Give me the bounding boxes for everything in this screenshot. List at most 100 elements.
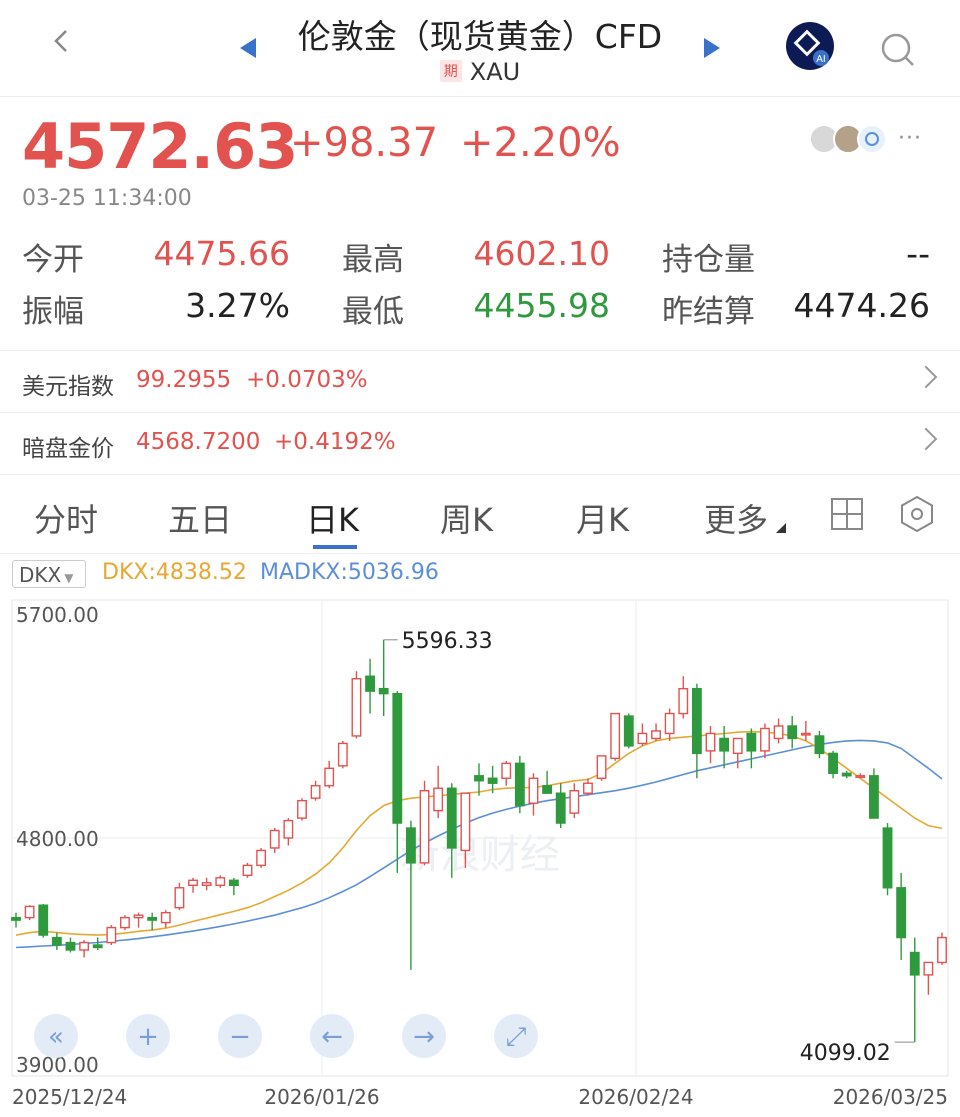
search-icon[interactable] (880, 32, 916, 68)
candle-body (242, 864, 253, 877)
candle-body (896, 887, 907, 939)
candle-body (201, 882, 212, 886)
candle-body (120, 916, 130, 929)
candle-body (310, 785, 321, 799)
candle-body (583, 782, 593, 794)
stat-label-open-interest: 持仓量 (662, 242, 755, 278)
related-label: 暗盘金价 (22, 436, 114, 462)
tab-monthly-k[interactable]: 月K (576, 495, 629, 541)
stat-value-low: 4455.98 (473, 286, 610, 325)
active-tab-underline (313, 545, 357, 549)
control-button-glyph: → (413, 1022, 435, 1052)
x-tick-label: 2026/02/24 (578, 1085, 693, 1109)
candle-body (514, 762, 525, 807)
candle-body (596, 755, 607, 779)
candle-body (705, 732, 716, 752)
chart-period-tabs: 分时 五日 日K 周K 月K 更多 (0, 474, 960, 554)
social-avatars-icon[interactable] (808, 122, 888, 156)
tab-weekly-k[interactable]: 周K (440, 495, 493, 541)
candle-body (800, 732, 811, 736)
zoom-in-button[interactable]: + (126, 1014, 170, 1058)
candle-body (392, 692, 403, 824)
tab-more[interactable]: 更多 (704, 495, 768, 541)
dkx-value: DKX:4838.52 (102, 560, 247, 585)
futures-badge: 期 (439, 60, 462, 82)
candle-body (215, 877, 226, 886)
candle-body (732, 737, 743, 755)
candle-body (855, 775, 866, 778)
chevron-down-icon: ▼ (64, 571, 74, 585)
candle-body (882, 827, 893, 889)
candle-body (324, 767, 335, 787)
x-tick-label: 2025/12/24 (12, 1085, 127, 1109)
candle-body (569, 790, 580, 814)
candle-body (746, 732, 757, 752)
candle-body (651, 730, 661, 740)
candle-body (664, 712, 675, 735)
related-row-usd-index[interactable]: 美元指数 99.2955 +0.0703% (0, 350, 960, 411)
candle-body (528, 777, 539, 804)
high-price-label: 5596.33 (402, 629, 493, 654)
stat-value-amplitude: 3.27% (185, 286, 290, 325)
candle-body (79, 941, 90, 951)
candle-body (283, 819, 294, 839)
candle-body (405, 827, 416, 864)
candlestick-chart[interactable]: 新浪财经5700.004800.003900.002025/12/24 2026/… (0, 592, 960, 1117)
control-button-glyph: ⤢ (506, 1022, 527, 1052)
x-tick-label: 2026/01/26 (264, 1085, 379, 1109)
chevron-right-icon (914, 365, 938, 389)
candle-body (24, 905, 35, 919)
settings-icon[interactable] (898, 495, 936, 533)
x-tick-label: 2026/03/25 (833, 1085, 948, 1109)
related-label: 美元指数 (22, 374, 114, 400)
tab-five-day[interactable]: 五日 (168, 495, 232, 541)
candle-body (256, 849, 267, 867)
candle-body (269, 829, 280, 849)
stat-label-prev-settle: 昨结算 (662, 294, 755, 330)
candle-body (446, 787, 457, 849)
fullscreen-button[interactable]: ⤢ (494, 1014, 538, 1058)
related-row-after-hours-gold[interactable]: 暗盘金价 4568.7200 +0.4192% (0, 412, 960, 473)
candle-body (828, 752, 838, 774)
candle-body (474, 775, 484, 782)
candle-body (719, 737, 730, 752)
candle-body (678, 687, 689, 715)
candle-body (365, 675, 375, 692)
candle-body (337, 742, 348, 767)
candle-body (787, 725, 798, 740)
candle-body (65, 941, 76, 951)
tab-intraday[interactable]: 分时 (34, 495, 98, 541)
tab-daily-k[interactable]: 日K (306, 495, 359, 541)
candle-body (147, 916, 158, 921)
pan-right-button[interactable]: → (402, 1014, 446, 1058)
candle-body (909, 951, 920, 976)
candle-body (174, 887, 185, 909)
madkx-value: MADKX:5036.96 (260, 560, 439, 585)
stat-value-prev-settle: 4474.26 (793, 286, 930, 325)
related-change: +0.4192% (274, 429, 396, 455)
candle-body (814, 735, 825, 755)
candle-body (188, 879, 198, 886)
y-tick-label: 4800.00 (16, 827, 99, 851)
candle-body (351, 678, 362, 737)
candle-body (637, 732, 648, 745)
candle-body (106, 926, 117, 944)
candle-body (923, 961, 934, 976)
candle-body (51, 936, 62, 946)
indicator-select[interactable]: DKX ▼ (12, 560, 86, 588)
low-price-label: 4099.02 (800, 1041, 891, 1066)
next-arrow-icon[interactable] (704, 38, 720, 58)
stat-label-low: 最低 (342, 294, 404, 330)
candle-body (501, 762, 512, 779)
candle-body (297, 799, 307, 819)
zoom-out-button[interactable]: − (218, 1014, 262, 1058)
zoom-reset-button[interactable]: « (34, 1014, 78, 1058)
related-value: 99.2955 (136, 367, 232, 393)
ai-assistant-icon[interactable]: AI (786, 22, 834, 70)
control-button-glyph: « (48, 1022, 64, 1052)
candle-body (773, 725, 784, 740)
more-options-icon[interactable]: ··· (898, 126, 922, 151)
grid-layout-icon[interactable] (830, 497, 864, 531)
pan-left-button[interactable]: ← (310, 1014, 354, 1058)
candle-body (841, 772, 852, 777)
